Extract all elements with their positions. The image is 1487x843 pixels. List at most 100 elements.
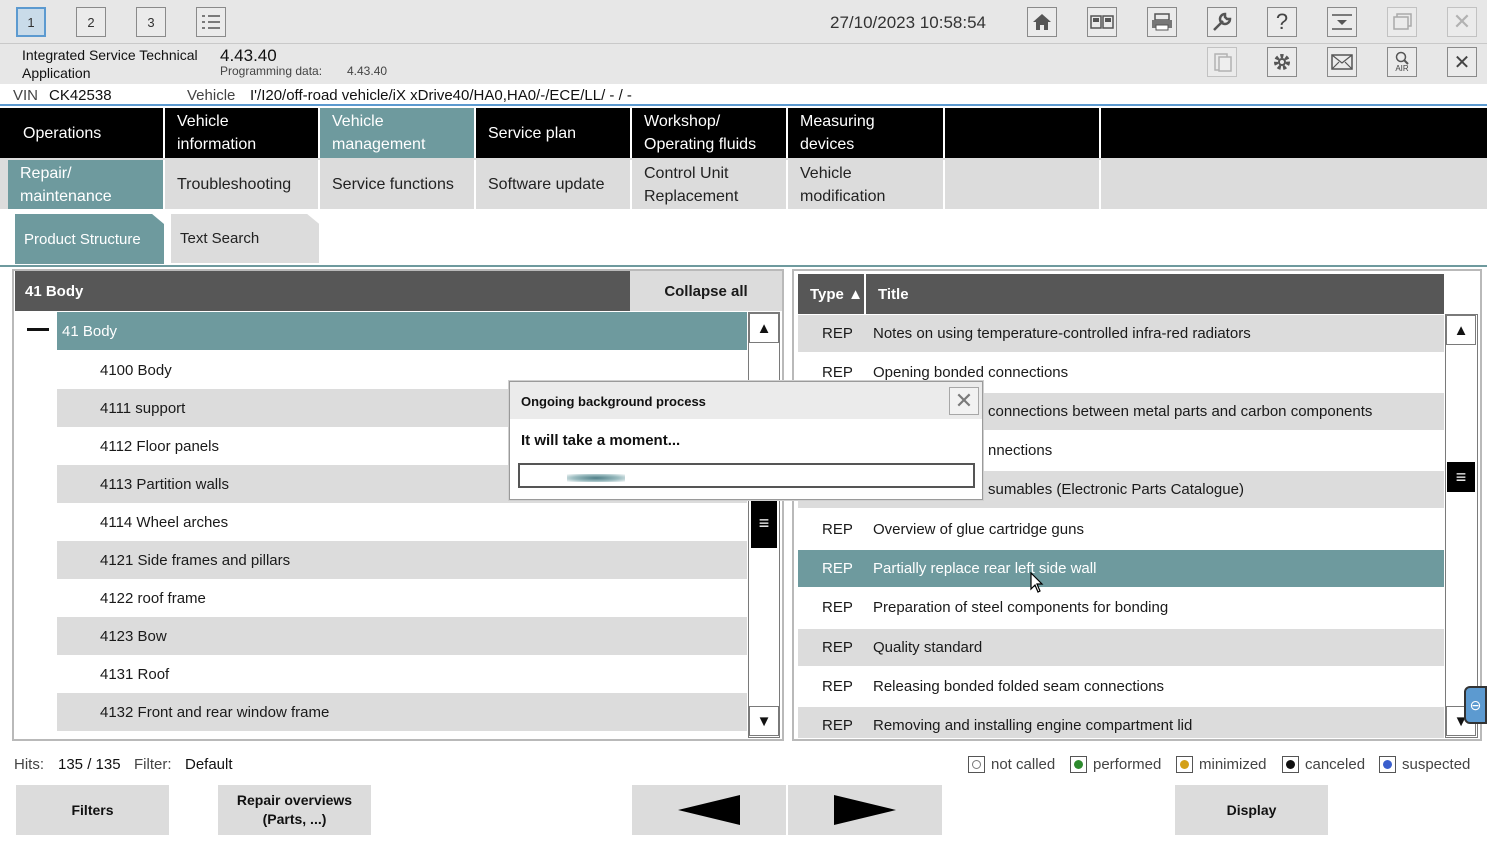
split-view-icon[interactable] — [1087, 7, 1117, 37]
tree-header: 41 Body — [15, 271, 630, 311]
hits-label: Hits: — [14, 756, 44, 773]
programming-data-value: 4.43.40 — [347, 64, 388, 78]
document-type: REP — [822, 717, 853, 734]
next-button[interactable] — [788, 785, 942, 835]
dialog-close-icon[interactable]: ✕ — [949, 387, 979, 415]
tree-item[interactable]: 4131 Roof — [57, 655, 747, 693]
subnav-troubleshooting[interactable]: Troubleshooting — [165, 160, 320, 209]
nav-operations[interactable]: Operations — [11, 108, 165, 158]
version-number: 4.43.40 — [220, 46, 277, 65]
close-vehicle-icon[interactable]: ✕ — [1447, 47, 1477, 77]
air-icon[interactable]: AIR — [1387, 47, 1417, 77]
document-row[interactable]: REP Releasing bonded folded seam connecti… — [798, 668, 1444, 705]
nav-measuring-devices[interactable]: Measuring devices — [788, 108, 945, 158]
legend-marker-icon — [1379, 756, 1396, 773]
document-title: Overview of glue cartridge guns — [873, 521, 1084, 538]
session-tab-1[interactable]: 1 — [16, 7, 46, 37]
programming-data-label: Programming data: — [220, 64, 323, 78]
document-type: REP — [822, 325, 853, 342]
legend-label: canceled — [1305, 756, 1366, 773]
repair-overviews-button[interactable]: Repair overviews (Parts, ...) — [218, 785, 371, 835]
document-row[interactable]: REP Notes on using temperature-controlled… — [798, 315, 1444, 352]
dialog-message: It will take a moment... — [521, 432, 681, 449]
document-title: Releasing bonded folded seam connections — [873, 678, 1165, 695]
tree-root-node[interactable]: 41 Body — [57, 312, 747, 350]
settings-icon[interactable] — [1267, 47, 1297, 77]
previous-button[interactable] — [632, 785, 786, 835]
mail-icon[interactable] — [1327, 47, 1357, 77]
subnav-control-unit-replacement[interactable]: Control Unit Replacement — [632, 160, 788, 209]
nav-empty-slot — [945, 108, 1101, 158]
nav-vehicle-information[interactable]: Vehicle information — [165, 108, 320, 158]
clipboard-icon[interactable] — [1207, 47, 1237, 77]
subnav-vehicle-modification[interactable]: Vehicle modification — [788, 160, 945, 209]
list-icon[interactable] — [196, 7, 226, 37]
document-row[interactable]: REP Overview of glue cartridge guns — [798, 511, 1444, 548]
tab-product-structure[interactable]: Product Structure — [15, 214, 164, 264]
legend-minimized: minimized — [1176, 756, 1267, 773]
side-panel-handle-icon[interactable]: ⊖ — [1464, 686, 1487, 724]
subnav-software-update[interactable]: Software update — [476, 160, 632, 209]
display-button[interactable]: Display — [1175, 785, 1328, 835]
document-type: REP — [822, 560, 853, 577]
documents-scroll-thumb[interactable]: ≡ — [1447, 462, 1475, 492]
document-row[interactable]: REP Quality standard — [798, 629, 1444, 666]
arrow-right-icon — [834, 795, 896, 825]
vin-label: VIN — [13, 87, 39, 104]
scroll-up-icon[interactable]: ▲ — [1446, 315, 1476, 345]
close-app-icon[interactable]: ✕ — [1447, 7, 1477, 37]
document-type: REP — [822, 364, 853, 381]
document-title: sumables (Electronic Parts Catalogue) — [988, 481, 1244, 498]
document-title: Notes on using temperature-controlled in… — [873, 325, 1251, 342]
document-type: REP — [822, 639, 853, 656]
subnav-repair-maintenance[interactable]: Repair/ maintenance — [8, 160, 165, 209]
progress-indicator — [567, 474, 625, 482]
tree-item[interactable]: 4132 Front and rear window frame — [57, 693, 747, 731]
filters-button[interactable]: Filters — [16, 785, 169, 835]
document-title: Quality standard — [873, 639, 983, 656]
collapse-all-button[interactable]: Collapse all — [630, 271, 782, 311]
print-icon[interactable] — [1147, 7, 1177, 37]
tree-item[interactable]: 4123 Bow — [57, 617, 747, 655]
type-column-header[interactable]: Type ▲ — [798, 274, 866, 314]
scroll-down-icon[interactable]: ▼ — [749, 706, 779, 736]
mouse-cursor-icon — [1030, 572, 1044, 593]
tree-scroll-thumb[interactable]: ≡ — [751, 498, 777, 548]
legend-marker-icon — [968, 756, 985, 773]
documents-header: Type ▲ Title — [798, 274, 1444, 314]
document-row[interactable]: REP Preparation of steel components for b… — [798, 589, 1444, 626]
document-title: Partially replace rear left side wall — [873, 560, 1097, 577]
arrow-left-icon — [678, 795, 740, 825]
legend-not-called: not called — [968, 756, 1055, 773]
hits-value: 135 / 135 — [58, 756, 121, 773]
nav-workshop-operating-fluids[interactable]: Workshop/ Operating fluids — [632, 108, 788, 158]
document-row[interactable]: REP Removing and installing engine compar… — [798, 707, 1444, 738]
session-tab-2[interactable]: 2 — [76, 7, 106, 37]
documents-scrollbar[interactable] — [1445, 314, 1478, 738]
title-column-header[interactable]: Title — [878, 274, 909, 314]
vin-value: CK42538 — [49, 87, 112, 104]
subnav-service-functions[interactable]: Service functions — [320, 160, 476, 209]
help-icon[interactable]: ? — [1267, 7, 1297, 37]
home-icon[interactable] — [1027, 7, 1057, 37]
air-label: AIR — [1395, 64, 1409, 73]
tree-item[interactable]: 4114 Wheel arches — [57, 503, 747, 541]
tree-item[interactable]: 4122 roof frame — [57, 579, 747, 617]
download-icon[interactable] — [1327, 7, 1357, 37]
filter-label: Filter: — [134, 756, 172, 773]
wrench-icon[interactable] — [1207, 7, 1237, 37]
nav-vehicle-management[interactable]: Vehicle management — [320, 108, 476, 158]
collapse-node-icon[interactable] — [27, 328, 49, 331]
scroll-up-icon[interactable]: ▲ — [749, 313, 779, 343]
session-tab-3[interactable]: 3 — [136, 7, 166, 37]
document-title: connections between metal parts and carb… — [988, 403, 1373, 420]
dialog-title: Ongoing background process — [521, 394, 706, 409]
document-row-selected[interactable]: REP Partially replace rear left side wall — [798, 550, 1444, 587]
tree-item[interactable]: 4121 Side frames and pillars — [57, 541, 747, 579]
nav-service-plan[interactable]: Service plan — [476, 108, 632, 158]
document-title: nnections — [988, 442, 1053, 459]
legend-label: minimized — [1199, 756, 1267, 773]
tab-text-search[interactable]: Text Search — [171, 214, 319, 263]
document-title: Removing and installing engine compartme… — [873, 717, 1193, 734]
window-icon[interactable] — [1387, 7, 1417, 37]
